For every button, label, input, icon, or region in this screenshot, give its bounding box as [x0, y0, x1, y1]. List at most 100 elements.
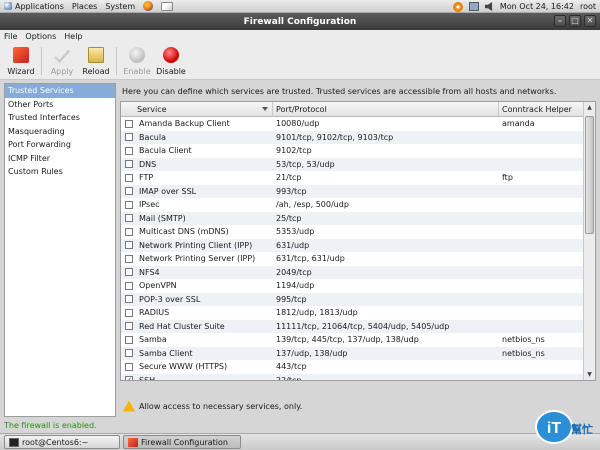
clock[interactable]: Mon Oct 24, 16:42 [500, 2, 574, 11]
close-button[interactable]: ✕ [584, 15, 596, 27]
maximize-button[interactable]: □ [569, 15, 581, 27]
minimize-button[interactable]: – [554, 15, 566, 27]
service-checkbox[interactable] [125, 133, 133, 142]
table-row[interactable]: IPsec/ah, /esp, 500/udp [121, 198, 583, 212]
table-row[interactable]: NFS4 2049/tcp [121, 265, 583, 279]
service-checkbox[interactable] [125, 362, 133, 371]
scrollbar-thumb[interactable] [585, 116, 594, 234]
table-row[interactable]: DNS 53/tcp, 53/udp [121, 157, 583, 171]
applications-menu[interactable]: Applications [0, 0, 68, 13]
table-row[interactable]: Amanda Backup Client 10080/udp amanda [121, 117, 583, 131]
column-header-service-label: Service [137, 105, 167, 114]
system-menu[interactable]: System [101, 0, 139, 13]
table-row[interactable]: ✓ SSH 22/tcp [121, 373, 583, 380]
menu-help[interactable]: Help [64, 32, 82, 41]
service-checkbox[interactable] [125, 187, 133, 196]
menubar: File Options Help [0, 30, 600, 43]
service-name: Amanda Backup Client [139, 119, 230, 129]
service-checkbox[interactable] [125, 308, 133, 317]
port-cell: 631/udp [276, 240, 310, 250]
mail-icon[interactable] [161, 1, 174, 11]
service-checkbox[interactable] [125, 146, 133, 155]
firefox-icon[interactable] [143, 1, 154, 11]
service-name: Bacula [139, 132, 166, 142]
service-checkbox[interactable] [125, 335, 133, 344]
places-menu[interactable]: Places [68, 0, 101, 13]
table-row[interactable]: OpenVPN 1194/udp [121, 279, 583, 293]
volume-icon[interactable] [484, 2, 493, 11]
service-checkbox[interactable] [125, 254, 133, 263]
reload-button[interactable]: Reload [79, 43, 113, 79]
column-header-helper[interactable]: Conntrack Helper [499, 102, 583, 117]
sidebar: Trusted Services Other Ports Trusted Int… [4, 83, 116, 417]
table-row[interactable]: POP-3 over SSL 995/tcp [121, 292, 583, 306]
toolbar-separator [41, 47, 42, 75]
service-name: Red Hat Cluster Suite [139, 321, 225, 331]
table-scrollbar[interactable]: ▲ ▼ [583, 102, 595, 380]
terminal-icon [9, 437, 19, 447]
network-icon[interactable] [468, 2, 479, 11]
enable-button[interactable]: Enable [120, 43, 154, 79]
port-cell: 53/tcp, 53/udp [276, 159, 335, 169]
service-checkbox[interactable] [125, 268, 133, 277]
service-checkbox[interactable] [125, 281, 133, 290]
service-name: IPsec [139, 200, 160, 210]
window-titlebar[interactable]: Firewall Configuration – □ ✕ [0, 13, 600, 30]
disable-button[interactable]: Disable [154, 43, 188, 79]
table-row[interactable]: Mail (SMTP) 25/tcp [121, 211, 583, 225]
table-row[interactable]: Bacula Client 9102/tcp [121, 144, 583, 158]
port-cell: 9101/tcp, 9102/tcp, 9103/tcp [276, 132, 394, 142]
table-row[interactable]: Multicast DNS (mDNS) 5353/udp [121, 225, 583, 239]
menu-options[interactable]: Options [25, 32, 56, 41]
update-notifier-icon[interactable] [452, 1, 463, 12]
table-row[interactable]: Red Hat Cluster Suite 11111/tcp, 21064/tc… [121, 319, 583, 333]
service-checkbox[interactable] [125, 119, 133, 128]
table-row[interactable]: Secure WWW (HTTPS) 443/tcp [121, 360, 583, 374]
ithome-watermark-logo: iT 幫忙 [535, 410, 593, 444]
table-row[interactable]: RADIUS 1812/udp, 1813/udp [121, 306, 583, 320]
sidebar-item-trusted-services[interactable]: Trusted Services [5, 84, 115, 98]
toolbar-separator [116, 47, 117, 75]
table-row[interactable]: IMAP over SSL 993/tcp [121, 184, 583, 198]
service-checkbox[interactable] [125, 241, 133, 250]
taskbar-terminal-label: root@Centos6:~ [22, 437, 89, 447]
service-checkbox[interactable] [125, 214, 133, 223]
port-cell: 9102/tcp [276, 146, 312, 156]
scroll-up-icon[interactable]: ▲ [584, 102, 595, 113]
service-checkbox[interactable] [125, 160, 133, 169]
service-checkbox[interactable] [125, 173, 133, 182]
service-checkbox[interactable] [125, 200, 133, 209]
user-menu[interactable]: root [580, 2, 596, 11]
taskbar-firewall[interactable]: Firewall Configuration [123, 435, 241, 449]
sidebar-item-trusted-interfaces[interactable]: Trusted Interfaces [5, 111, 115, 125]
wizard-icon [13, 47, 29, 63]
wizard-button[interactable]: Wizard [4, 43, 38, 79]
column-header-port[interactable]: Port/Protocol [273, 102, 499, 117]
table-row[interactable]: Network Printing Server (IPP) 631/tcp, 63… [121, 252, 583, 266]
service-cell: Secure WWW (HTTPS) [121, 362, 273, 371]
service-checkbox[interactable] [125, 322, 133, 331]
sidebar-item-custom-rules[interactable]: Custom Rules [5, 165, 115, 179]
menu-file[interactable]: File [4, 32, 17, 41]
service-checkbox[interactable] [125, 227, 133, 236]
table-row[interactable]: Bacula 9101/tcp, 9102/tcp, 9103/tcp [121, 130, 583, 144]
sidebar-item-masquerading[interactable]: Masquerading [5, 125, 115, 139]
table-row[interactable]: Samba 139/tcp, 445/tcp, 137/udp, 138/udp n… [121, 333, 583, 347]
column-header-service[interactable]: Service [121, 102, 273, 117]
service-cell: IMAP over SSL [121, 187, 273, 196]
sidebar-item-port-forwarding[interactable]: Port Forwarding [5, 138, 115, 152]
service-checkbox[interactable] [125, 349, 133, 358]
sidebar-item-other-ports[interactable]: Other Ports [5, 98, 115, 112]
service-cell: Network Printing Server (IPP) [121, 254, 273, 263]
service-checkbox[interactable] [125, 295, 133, 304]
table-row[interactable]: Network Printing Client (IPP) 631/udp [121, 238, 583, 252]
sidebar-item-icmp-filter[interactable]: ICMP Filter [5, 152, 115, 166]
service-checkbox[interactable]: ✓ [125, 376, 133, 380]
apply-button[interactable]: Apply [45, 43, 79, 79]
service-cell: Samba [121, 335, 273, 344]
scroll-down-icon[interactable]: ▼ [584, 369, 595, 380]
taskbar-terminal[interactable]: root@Centos6:~ [4, 435, 120, 449]
service-cell: NFS4 [121, 268, 273, 277]
table-row[interactable]: FTP 21/tcp ftp [121, 171, 583, 185]
table-row[interactable]: Samba Client 137/udp, 138/udp netbios_ns [121, 346, 583, 360]
